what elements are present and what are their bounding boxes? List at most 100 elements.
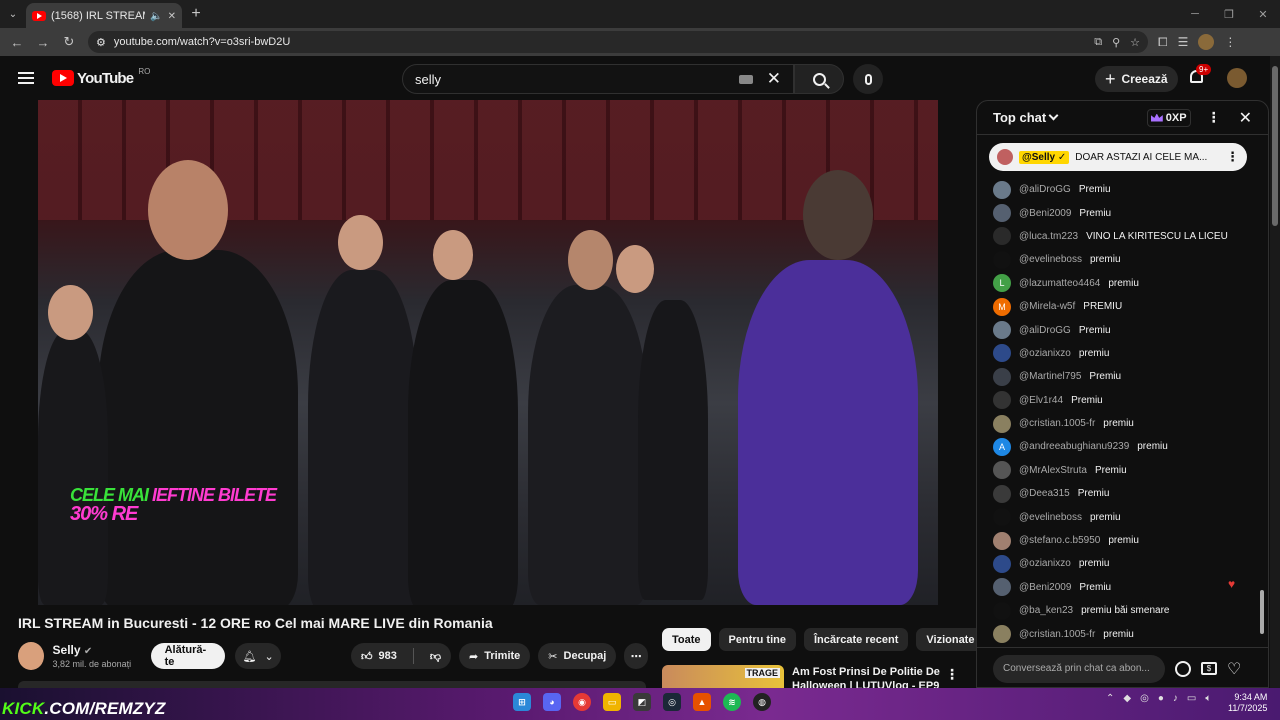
pinned-menu-icon[interactable]: ⋮ <box>1226 149 1239 165</box>
chat-mode-title[interactable]: Top chat <box>993 110 1046 125</box>
search-button[interactable] <box>794 64 844 94</box>
chat-avatar[interactable] <box>993 367 1011 386</box>
channel-avatar[interactable] <box>18 642 44 670</box>
chat-avatar[interactable] <box>993 531 1011 550</box>
chat-input[interactable]: Conversează prin chat ca abon... <box>993 654 1165 683</box>
tray-chevron-icon[interactable]: ⌃ <box>1106 693 1114 704</box>
vlc-icon[interactable]: ▲ <box>693 693 711 711</box>
super-chat-icon[interactable]: $ <box>1201 662 1217 675</box>
like-button[interactable]: 👍︎ 983 <box>351 643 407 669</box>
chip-all[interactable]: Toate <box>662 628 711 651</box>
chat-avatar[interactable] <box>993 414 1011 433</box>
create-button[interactable]: + Creează <box>1095 66 1178 92</box>
restore-icon[interactable]: ❐ <box>1212 8 1246 21</box>
chat-message[interactable]: @Deea315 Premiu <box>993 482 1243 505</box>
chat-message[interactable]: @stefano.c.b5950 premiu <box>993 529 1243 552</box>
chat-message[interactable]: @luca.tm223 VINO LA KIRITESCU LA LICEU <box>993 225 1243 248</box>
address-bar[interactable]: ⚙ youtube.com/watch?v=o3sri-bwD2U ⧉ ⚲ ☆ <box>88 31 1148 53</box>
chat-avatar[interactable] <box>993 508 1011 527</box>
chat-message[interactable]: @aliDroGG Premiu <box>993 318 1243 341</box>
minimize-icon[interactable]: ─ <box>1178 8 1212 21</box>
browser-tab[interactable]: (1568) IRL STREAM in Bucur 🔈 ✕ <box>26 3 182 29</box>
close-chat-icon[interactable]: ✕ <box>1239 108 1252 128</box>
chat-message[interactable]: @Elv1r44 Premiu <box>993 389 1243 412</box>
chat-author[interactable]: @cristian.1005-fr <box>1019 629 1095 640</box>
chat-message[interactable]: @MrAlexStruta Premiu <box>993 459 1243 482</box>
chip-recent[interactable]: Încărcate recent <box>803 628 909 651</box>
site-info-icon[interactable]: ⚙ <box>96 36 106 49</box>
discord-icon[interactable]: ◕ <box>543 693 561 711</box>
chat-author[interactable]: @aliDroGG <box>1019 184 1071 195</box>
chat-author[interactable]: @evelineboss <box>1019 254 1082 265</box>
chat-message[interactable]: @aliDroGG Premiu <box>993 178 1243 201</box>
voice-search-button[interactable] <box>853 64 883 94</box>
chat-author[interactable]: @Deea315 <box>1019 488 1070 499</box>
chat-avatar[interactable] <box>993 204 1011 223</box>
spotify-icon[interactable]: ≋ <box>723 693 741 711</box>
file-explorer-icon[interactable]: ▭ <box>603 693 621 711</box>
chat-avatar[interactable] <box>993 461 1011 480</box>
chat-author[interactable]: @Beni2009 <box>1019 208 1071 219</box>
keyboard-icon[interactable] <box>738 74 753 84</box>
chat-avatar[interactable]: L <box>993 274 1011 293</box>
chat-message[interactable]: @evelineboss premiu <box>993 505 1243 528</box>
install-app-icon[interactable]: ⧉ <box>1094 36 1102 49</box>
emoji-icon[interactable] <box>1175 660 1191 677</box>
chat-avatar[interactable] <box>993 321 1011 340</box>
chat-avatar[interactable] <box>993 554 1011 573</box>
subscription-bell-button[interactable]: 🔔︎ ⌄ <box>235 643 281 669</box>
chat-author[interactable]: @aliDroGG <box>1019 325 1071 336</box>
chat-message[interactable]: L @lazumatteo4464 premiu <box>993 272 1243 295</box>
browser-profile-avatar[interactable] <box>1198 34 1215 50</box>
network-icon[interactable]: ▭ <box>1187 693 1196 704</box>
reading-list-icon[interactable]: ☰ <box>1178 35 1189 49</box>
account-avatar[interactable] <box>1227 68 1247 88</box>
speaker-icon[interactable]: 🔈 <box>150 11 162 22</box>
browser-menu-icon[interactable]: ⋮ <box>1224 35 1236 49</box>
chat-author[interactable]: @MrAlexStruta <box>1019 465 1087 476</box>
recommended-thumbnail[interactable]: TRAGE <box>662 665 784 689</box>
chat-author[interactable]: @Mirela-w5f <box>1019 301 1075 312</box>
chat-author[interactable]: @stefano.c.b5950 <box>1019 535 1100 546</box>
tray-steam-icon[interactable]: ◎ <box>1140 693 1149 704</box>
join-button[interactable]: Alătură-te <box>150 643 226 669</box>
chat-message[interactable]: @Beni2009 Premiu <box>993 201 1243 224</box>
dislike-button[interactable]: 👎︎ <box>420 643 451 669</box>
chat-avatar[interactable]: M <box>993 297 1011 316</box>
chat-avatar[interactable] <box>993 180 1011 199</box>
chat-avatar[interactable] <box>993 625 1011 644</box>
chat-author[interactable]: @Martinel795 <box>1019 371 1081 382</box>
chat-message[interactable]: @cristian.1005-fr premiu <box>993 622 1243 645</box>
chat-message[interactable]: M @Mirela-w5f PREMIU <box>993 295 1243 318</box>
chat-message[interactable]: A @andreeabughianu9239 premiu <box>993 435 1243 458</box>
chat-message[interactable]: @evelineboss premiu <box>993 248 1243 271</box>
chat-author[interactable]: @luca.tm223 <box>1019 231 1078 242</box>
pinned-message[interactable]: @Selly ✓ DOAR ASTAZI AI CELE MA... ⋮ <box>989 143 1247 171</box>
taskbar-clock[interactable]: 9:34 AM 11/7/2025 <box>1228 692 1267 714</box>
chat-avatar[interactable]: A <box>993 437 1011 456</box>
share-button[interactable]: ➦ Trimite <box>459 643 531 669</box>
chat-author[interactable]: @ozianixzo <box>1019 348 1071 359</box>
chat-scrollbar[interactable] <box>1258 138 1266 643</box>
chat-scroll-thumb[interactable] <box>1260 590 1264 634</box>
nvidia-icon[interactable]: ◩ <box>633 693 651 711</box>
heart-reaction-icon[interactable]: ♡ <box>1227 659 1241 679</box>
bookmark-star-icon[interactable]: ☆ <box>1130 36 1140 49</box>
chat-menu-icon[interactable]: ⋮ <box>1207 109 1221 126</box>
clip-button[interactable]: ✂ Decupaj <box>538 643 617 669</box>
page-scrollbar[interactable] <box>1270 56 1280 688</box>
page-scroll-thumb[interactable] <box>1272 66 1278 226</box>
window-close-icon[interactable]: ✕ <box>1246 8 1280 21</box>
tray-app-icon[interactable]: ◆ <box>1123 693 1131 704</box>
tray-dot-icon[interactable]: ● <box>1158 693 1164 704</box>
recommended-menu-icon[interactable]: ⋮ <box>945 666 959 683</box>
chip-watched[interactable]: Vizionate <box>916 628 985 651</box>
recommended-video[interactable]: TRAGE Am Fost Prinsi De Politie De Hallo… <box>662 665 962 689</box>
volume-icon[interactable]: 🔈︎ <box>1205 693 1211 704</box>
windows-start-icon[interactable]: ⊞ <box>513 693 531 711</box>
chat-message[interactable]: @Martinel795 Premiu <box>993 365 1243 388</box>
chip-for-you[interactable]: Pentru tine <box>718 628 796 651</box>
chat-message[interactable]: @cristian.1005-fr premiu <box>993 412 1243 435</box>
recommended-title[interactable]: Am Fost Prinsi De Politie De Halloween |… <box>792 665 942 689</box>
notifications-button[interactable]: 9+ <box>1186 64 1212 88</box>
